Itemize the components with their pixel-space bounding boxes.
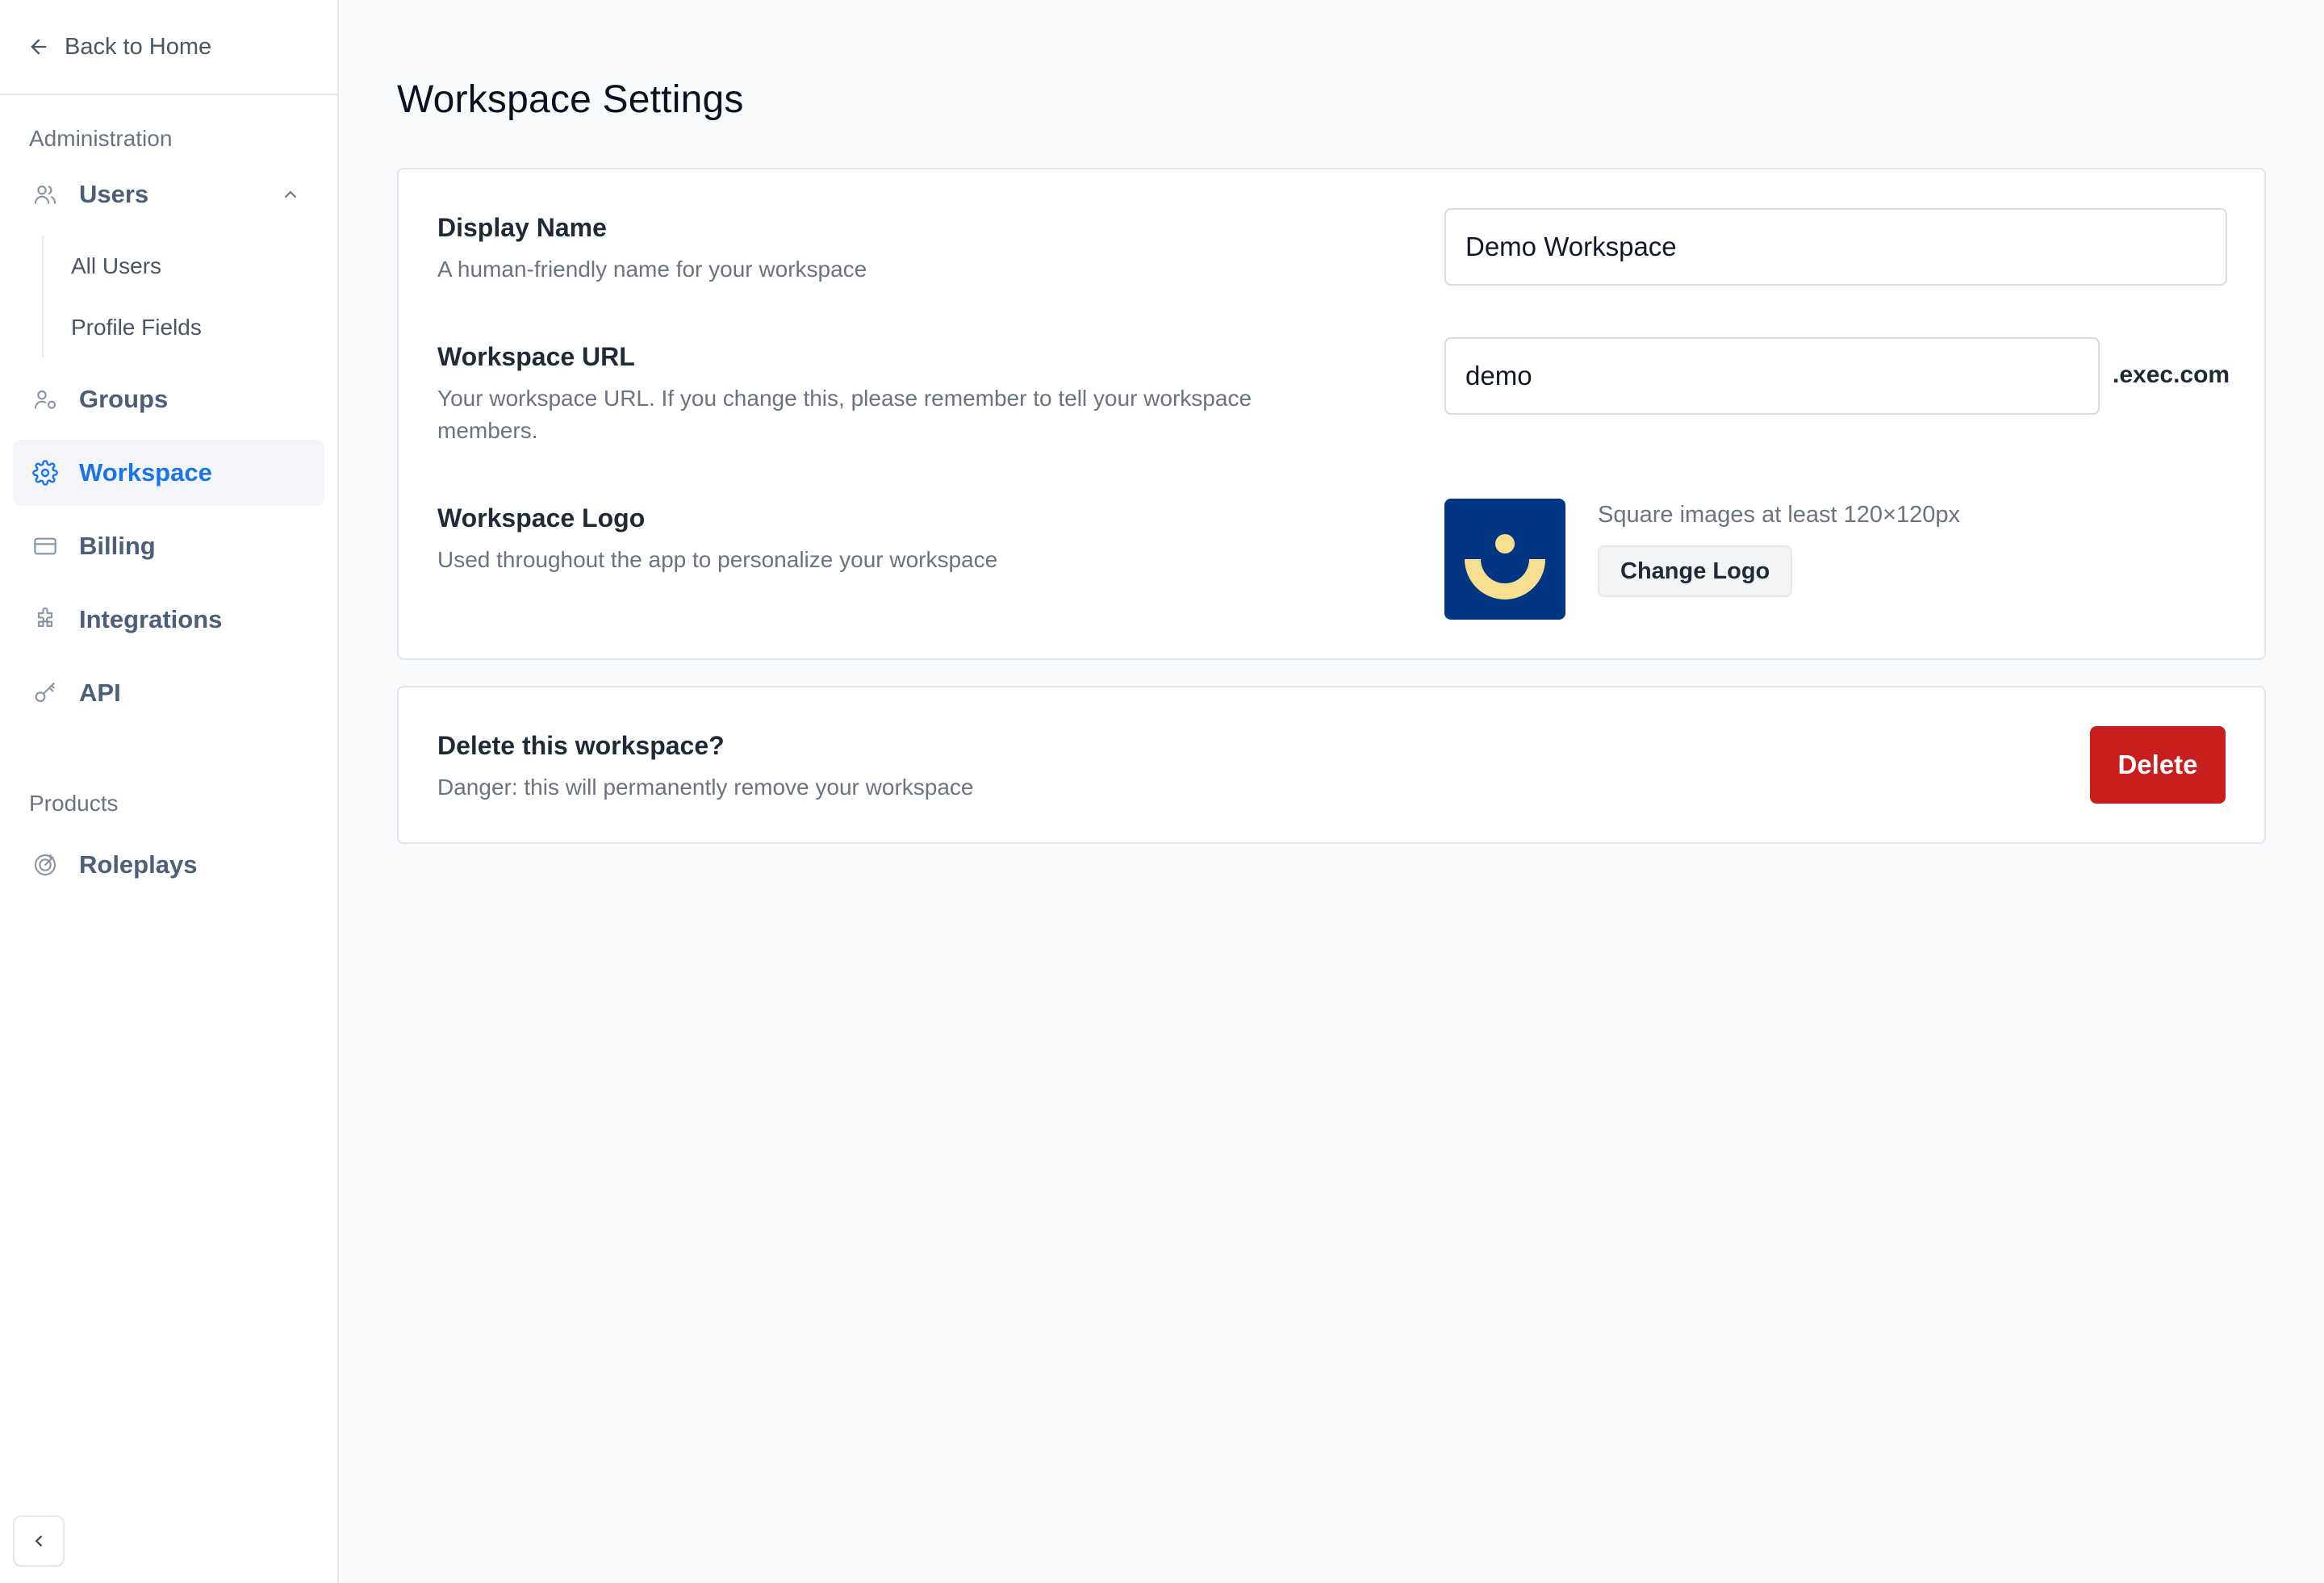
sidebar-item-billing[interactable]: Billing [13, 513, 324, 579]
sidebar-item-workspace[interactable]: Workspace [13, 440, 324, 506]
back-to-home-label: Back to Home [65, 33, 212, 60]
workspace-settings-card: Display Name A human-friendly name for y… [397, 168, 2266, 660]
sidebar-item-integrations[interactable]: Integrations [13, 587, 324, 653]
groups-icon [32, 386, 58, 412]
sidebar-subitem-profile-fields[interactable]: Profile Fields [71, 307, 202, 348]
arrow-left-icon [31, 39, 47, 55]
sidebar-item-roleplays[interactable]: Roleplays [13, 832, 324, 898]
sidebar-item-label: Groups [79, 385, 169, 413]
page-title: Workspace Settings [397, 78, 744, 121]
display-name-input[interactable] [1444, 208, 2227, 286]
sidebar-item-label: Workspace [79, 458, 212, 487]
key-icon [32, 680, 58, 706]
sidebar-item-label: Roleplays [79, 850, 198, 879]
sidebar-item-label: Users [79, 180, 149, 208]
delete-workspace-card: Delete this workspace? Danger: this will… [397, 686, 2266, 844]
back-to-home-link[interactable]: Back to Home [0, 0, 337, 95]
workspace-logo-title: Workspace Logo [437, 503, 646, 533]
display-name-description: A human-friendly name for your workspace [437, 257, 867, 282]
credit-card-icon [32, 533, 58, 559]
sidebar-item-label: Billing [79, 532, 156, 560]
chevron-left-icon [35, 1535, 42, 1547]
users-icon [32, 182, 58, 207]
workspace-url-input[interactable] [1444, 337, 2100, 415]
gear-icon [32, 460, 58, 486]
delete-workspace-title: Delete this workspace? [437, 731, 725, 760]
puzzle-icon [32, 607, 58, 633]
sidebar-item-label: Integrations [79, 605, 223, 633]
workspace-url-suffix: .exec.com [2113, 361, 2230, 388]
workspace-url-title: Workspace URL [437, 342, 635, 371]
collapse-sidebar-button[interactable] [13, 1515, 65, 1567]
section-label-products: Products [29, 791, 119, 816]
section-label-administration: Administration [29, 126, 173, 151]
sidebar: Back to Home Administration Users All Us… [0, 0, 339, 1583]
sidebar-item-api[interactable]: API [13, 660, 324, 726]
chevron-up-icon[interactable] [281, 185, 300, 204]
sidebar-item-label: API [79, 679, 121, 707]
users-submenu: All Users Profile Fields [42, 236, 284, 357]
workspace-logo-description: Used throughout the app to personalize y… [437, 547, 998, 572]
delete-workspace-description: Danger: this will permanently remove you… [437, 775, 974, 800]
sidebar-item-groups[interactable]: Groups [13, 366, 324, 432]
logo-size-hint: Square images at least 120×120px [1598, 502, 1961, 528]
display-name-title: Display Name [437, 213, 607, 242]
workspace-logo-image [1444, 499, 1565, 620]
main-content: Workspace Settings Display Name A human-… [339, 0, 2324, 1583]
workspace-url-description: Your workspace URL. If you change this, … [437, 386, 1252, 443]
target-icon [32, 852, 58, 878]
sidebar-subitem-all-users[interactable]: All Users [71, 246, 161, 286]
delete-workspace-button[interactable]: Delete [2090, 726, 2226, 804]
sidebar-item-users[interactable]: Users [13, 161, 324, 228]
app-root: Back to Home Administration Users All Us… [0, 0, 2324, 1583]
change-logo-button[interactable]: Change Logo [1598, 545, 1793, 597]
smile-logo-icon [1465, 534, 1545, 599]
